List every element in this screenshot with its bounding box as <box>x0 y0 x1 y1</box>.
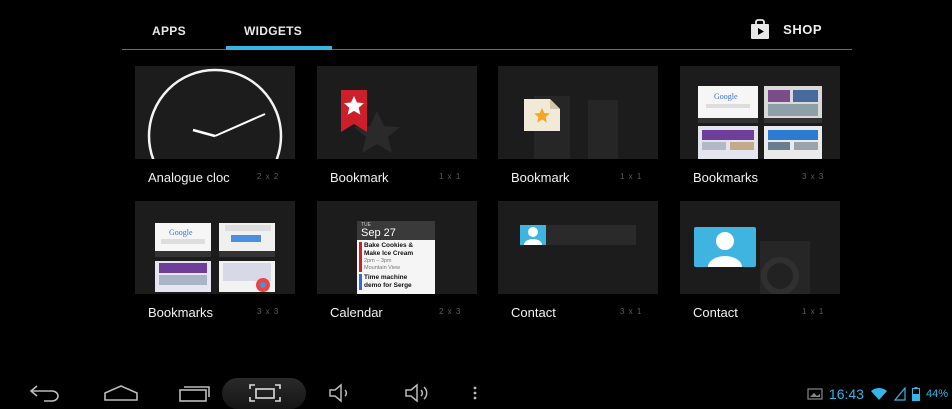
recent-apps-button[interactable] <box>176 383 212 403</box>
home-button[interactable] <box>102 383 140 403</box>
shop-bag-icon <box>749 18 771 40</box>
widget-contact[interactable]: Contact 3 x 1 <box>498 201 658 323</box>
widget-contact[interactable]: Contact 1 x 1 <box>680 201 840 323</box>
widget-preview <box>498 201 658 294</box>
widget-size: 1 x 1 <box>620 172 643 181</box>
contact-icon <box>694 227 810 294</box>
widget-bookmark[interactable]: Bookmark 1 x 1 <box>317 66 477 188</box>
overflow-menu-icon <box>473 386 477 400</box>
widget-size: 2 x 2 <box>257 172 280 181</box>
home-icon <box>104 385 138 401</box>
back-icon <box>29 385 59 402</box>
signal-icon <box>893 387 906 401</box>
widget-name: Contact <box>511 305 556 320</box>
svg-text:Google: Google <box>169 228 193 237</box>
widget-bookmarks[interactable]: Google Bookmarks 3 x 3 <box>135 201 295 323</box>
widget-name: Contact <box>693 305 738 320</box>
widget-name: Bookmarks <box>693 170 759 185</box>
widget-preview: Google <box>680 66 840 159</box>
system-nav-bar: 16:43 44% <box>0 378 952 409</box>
calendar-preview: TUE Sep 27 Bake Cookies & Make Ice Cream… <box>357 221 435 294</box>
widget-preview <box>135 66 295 159</box>
bookmarks-grid-icon: Google <box>698 86 822 159</box>
widget-name: Analogue cloc <box>148 170 230 185</box>
widget-bookmark[interactable]: Bookmark 1 x 1 <box>498 66 658 188</box>
clock: 16:43 <box>828 386 864 402</box>
bookmark-page-icon <box>524 96 618 159</box>
widget-size: 3 x 3 <box>257 307 280 316</box>
widget-size: 1 x 1 <box>439 172 462 181</box>
widget-bookmarks[interactable]: Google Bookmarks 3 x 3 <box>680 66 840 188</box>
widget-size: 3 x 3 <box>802 172 825 181</box>
widget-preview: Google <box>135 201 295 294</box>
widget-size: 1 x 1 <box>802 307 825 316</box>
screenshot-notification-icon <box>807 388 823 400</box>
volume-down-button[interactable] <box>327 383 355 403</box>
widget-preview <box>498 66 658 159</box>
widget-size: 3 x 1 <box>620 307 643 316</box>
tab-bar: APPS WIDGETS SHOP <box>122 0 852 52</box>
widget-preview <box>680 201 840 294</box>
widget-analogue-clock[interactable]: Analogue cloc 2 x 2 <box>135 66 295 188</box>
bookmarks-grid-icon: Google <box>155 223 275 292</box>
shop-label: SHOP <box>783 21 822 37</box>
volume-up-icon <box>405 383 428 403</box>
tab-widgets[interactable]: WIDGETS <box>244 24 302 38</box>
screenshot-icon <box>249 384 281 402</box>
widget-calendar[interactable]: TUE Sep 27 Bake Cookies & Make Ice Cream… <box>317 201 477 323</box>
recent-apps-icon <box>179 386 210 402</box>
menu-button[interactable] <box>470 383 480 403</box>
volume-up-button[interactable] <box>403 383 433 403</box>
widget-name: Bookmark <box>511 170 570 185</box>
widget-name: Calendar <box>330 305 383 320</box>
widget-name: Bookmarks <box>148 305 214 320</box>
widget-preview: TUE Sep 27 Bake Cookies & Make Ice Cream… <box>317 201 477 294</box>
widget-preview <box>317 66 477 159</box>
wifi-icon <box>870 387 887 400</box>
widget-size: 2 x 3 <box>439 307 462 316</box>
screenshot-button[interactable] <box>247 383 283 403</box>
battery-percentage: 44% <box>925 388 948 400</box>
shop-button[interactable]: SHOP <box>749 18 822 40</box>
status-area[interactable]: 16:43 44% <box>807 386 948 402</box>
clock-icon <box>147 68 283 159</box>
back-button[interactable] <box>28 383 64 403</box>
volume-down-icon <box>329 383 348 403</box>
widget-name: Bookmark <box>330 170 389 185</box>
battery-icon <box>911 387 920 401</box>
svg-text:Google: Google <box>714 92 738 101</box>
tab-apps[interactable]: APPS <box>152 24 186 38</box>
contact-icon <box>520 225 636 245</box>
tab-selected-indicator <box>226 46 332 50</box>
bookmark-ribbon-icon <box>341 90 400 153</box>
